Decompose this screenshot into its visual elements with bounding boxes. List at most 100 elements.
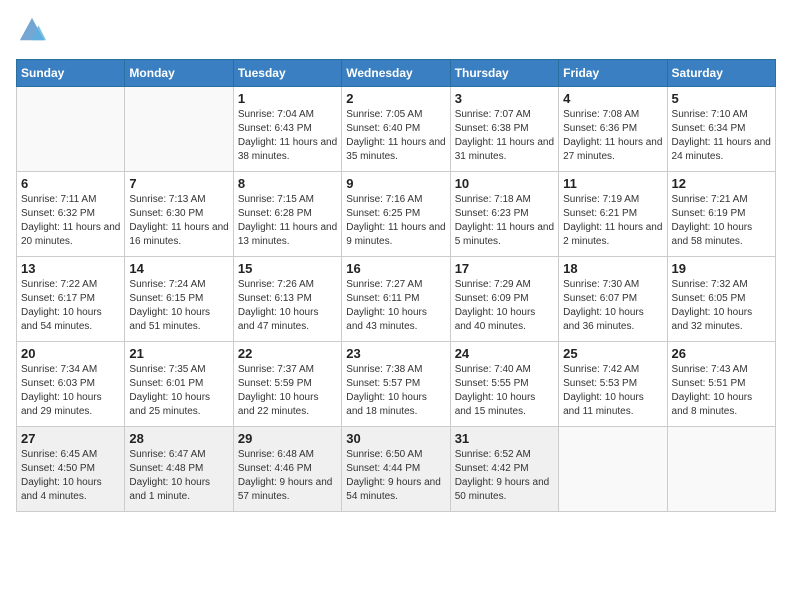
day-number: 27: [21, 431, 120, 446]
calendar-cell: 28 Sunrise: 6:47 AM Sunset: 4:48 PM Dayli…: [125, 427, 233, 512]
calendar-header-monday: Monday: [125, 60, 233, 87]
day-number: 21: [129, 346, 228, 361]
calendar-header-tuesday: Tuesday: [233, 60, 341, 87]
day-info: Sunrise: 7:37 AM Sunset: 5:59 PM Dayligh…: [238, 363, 337, 419]
day-info: Sunrise: 6:47 AM Sunset: 4:48 PM Dayligh…: [129, 448, 228, 504]
day-number: 31: [455, 431, 554, 446]
calendar-week-row: 20Sunrise: 7:34 AM Sunset: 6:03 PM Dayli…: [17, 342, 776, 427]
calendar-cell: 11 Sunrise: 7:19 AM Sunset: 6:21 PM Dayli…: [559, 172, 667, 257]
day-info: Sunrise: 7:07 AM Sunset: 6:38 PM Dayligh…: [455, 108, 554, 164]
day-number: 3: [455, 91, 554, 106]
calendar-cell: 10 Sunrise: 7:18 AM Sunset: 6:23 PM Dayli…: [450, 172, 558, 257]
calendar-cell: 29 Sunrise: 6:48 AM Sunset: 4:46 PM Dayli…: [233, 427, 341, 512]
calendar-header-sunday: Sunday: [17, 60, 125, 87]
calendar-cell: 17 Sunrise: 7:29 AM Sunset: 6:09 PM Dayli…: [450, 257, 558, 342]
calendar-cell: 3 Sunrise: 7:07 AM Sunset: 6:38 PM Daylig…: [450, 87, 558, 172]
day-number: 17: [455, 261, 554, 276]
calendar-cell: 5 Sunrise: 7:10 AM Sunset: 6:34 PM Daylig…: [667, 87, 775, 172]
day-number: 18: [563, 261, 662, 276]
day-info: Sunrise: 7:30 AM Sunset: 6:07 PM Dayligh…: [563, 278, 662, 334]
day-info: Sunrise: 7:13 AM Sunset: 6:30 PM Dayligh…: [129, 193, 228, 249]
day-info: Sunrise: 7:08 AM Sunset: 6:36 PM Dayligh…: [563, 108, 662, 164]
day-info: Sunrise: 7:11 AM Sunset: 6:32 PM Dayligh…: [21, 193, 120, 249]
day-number: 20: [21, 346, 120, 361]
day-info: Sunrise: 7:04 AM Sunset: 6:43 PM Dayligh…: [238, 108, 337, 164]
calendar-cell: 19 Sunrise: 7:32 AM Sunset: 6:05 PM Dayli…: [667, 257, 775, 342]
day-number: 26: [672, 346, 771, 361]
day-number: 12: [672, 176, 771, 191]
calendar-cell: 8Sunrise: 7:15 AM Sunset: 6:28 PM Daylig…: [233, 172, 341, 257]
calendar-cell: 2Sunrise: 7:05 AM Sunset: 6:40 PM Daylig…: [342, 87, 450, 172]
calendar-cell: 30Sunrise: 6:50 AM Sunset: 4:44 PM Dayli…: [342, 427, 450, 512]
calendar-cell: 14 Sunrise: 7:24 AM Sunset: 6:15 PM Dayli…: [125, 257, 233, 342]
day-number: 28: [129, 431, 228, 446]
day-info: Sunrise: 7:32 AM Sunset: 6:05 PM Dayligh…: [672, 278, 771, 334]
page-header: [16, 16, 776, 49]
calendar-cell: 24Sunrise: 7:40 AM Sunset: 5:55 PM Dayli…: [450, 342, 558, 427]
calendar-cell: [667, 427, 775, 512]
day-info: Sunrise: 7:18 AM Sunset: 6:23 PM Dayligh…: [455, 193, 554, 249]
calendar-cell: 6 Sunrise: 7:11 AM Sunset: 6:32 PM Daylig…: [17, 172, 125, 257]
day-info: Sunrise: 7:21 AM Sunset: 6:19 PM Dayligh…: [672, 193, 771, 249]
calendar-cell: 15Sunrise: 7:26 AM Sunset: 6:13 PM Dayli…: [233, 257, 341, 342]
day-info: Sunrise: 7:19 AM Sunset: 6:21 PM Dayligh…: [563, 193, 662, 249]
calendar-cell: 16 Sunrise: 7:27 AM Sunset: 6:11 PM Dayli…: [342, 257, 450, 342]
calendar-week-row: 1 Sunrise: 7:04 AM Sunset: 6:43 PM Daylig…: [17, 87, 776, 172]
day-number: 11: [563, 176, 662, 191]
calendar-week-row: 13 Sunrise: 7:22 AM Sunset: 6:17 PM Dayli…: [17, 257, 776, 342]
day-info: Sunrise: 7:43 AM Sunset: 5:51 PM Dayligh…: [672, 363, 771, 419]
calendar-cell: 27 Sunrise: 6:45 AM Sunset: 4:50 PM Dayli…: [17, 427, 125, 512]
day-info: Sunrise: 6:48 AM Sunset: 4:46 PM Dayligh…: [238, 448, 337, 504]
calendar-cell: 23 Sunrise: 7:38 AM Sunset: 5:57 PM Dayli…: [342, 342, 450, 427]
day-number: 7: [129, 176, 228, 191]
calendar-cell: 12 Sunrise: 7:21 AM Sunset: 6:19 PM Dayli…: [667, 172, 775, 257]
logo: [16, 16, 46, 49]
calendar-cell: 25 Sunrise: 7:42 AM Sunset: 5:53 PM Dayli…: [559, 342, 667, 427]
day-number: 14: [129, 261, 228, 276]
day-info: Sunrise: 7:29 AM Sunset: 6:09 PM Dayligh…: [455, 278, 554, 334]
day-info: Sunrise: 7:10 AM Sunset: 6:34 PM Dayligh…: [672, 108, 771, 164]
day-number: 23: [346, 346, 445, 361]
calendar-cell: 26 Sunrise: 7:43 AM Sunset: 5:51 PM Dayli…: [667, 342, 775, 427]
day-number: 8: [238, 176, 337, 191]
day-info: Sunrise: 7:22 AM Sunset: 6:17 PM Dayligh…: [21, 278, 120, 334]
calendar-cell: 9 Sunrise: 7:16 AM Sunset: 6:25 PM Daylig…: [342, 172, 450, 257]
calendar-cell: 7 Sunrise: 7:13 AM Sunset: 6:30 PM Daylig…: [125, 172, 233, 257]
calendar-cell: 20Sunrise: 7:34 AM Sunset: 6:03 PM Dayli…: [17, 342, 125, 427]
day-info: Sunrise: 7:24 AM Sunset: 6:15 PM Dayligh…: [129, 278, 228, 334]
day-info: Sunrise: 7:16 AM Sunset: 6:25 PM Dayligh…: [346, 193, 445, 249]
logo-icon: [18, 16, 46, 44]
day-number: 5: [672, 91, 771, 106]
day-info: Sunrise: 7:38 AM Sunset: 5:57 PM Dayligh…: [346, 363, 445, 419]
calendar-cell: 31 Sunrise: 6:52 AM Sunset: 4:42 PM Dayli…: [450, 427, 558, 512]
calendar-header-friday: Friday: [559, 60, 667, 87]
calendar-week-row: 6 Sunrise: 7:11 AM Sunset: 6:32 PM Daylig…: [17, 172, 776, 257]
calendar-table: SundayMondayTuesdayWednesdayThursdayFrid…: [16, 59, 776, 512]
day-number: 9: [346, 176, 445, 191]
day-number: 19: [672, 261, 771, 276]
day-info: Sunrise: 7:35 AM Sunset: 6:01 PM Dayligh…: [129, 363, 228, 419]
day-number: 10: [455, 176, 554, 191]
day-number: 25: [563, 346, 662, 361]
calendar-week-row: 27 Sunrise: 6:45 AM Sunset: 4:50 PM Dayli…: [17, 427, 776, 512]
calendar-header-saturday: Saturday: [667, 60, 775, 87]
day-number: 30: [346, 431, 445, 446]
day-number: 1: [238, 91, 337, 106]
calendar-cell: 13 Sunrise: 7:22 AM Sunset: 6:17 PM Dayli…: [17, 257, 125, 342]
day-number: 13: [21, 261, 120, 276]
day-number: 24: [455, 346, 554, 361]
calendar-cell: 21 Sunrise: 7:35 AM Sunset: 6:01 PM Dayli…: [125, 342, 233, 427]
day-number: 16: [346, 261, 445, 276]
calendar-header-wednesday: Wednesday: [342, 60, 450, 87]
calendar-cell: 1 Sunrise: 7:04 AM Sunset: 6:43 PM Daylig…: [233, 87, 341, 172]
calendar-header-row: SundayMondayTuesdayWednesdayThursdayFrid…: [17, 60, 776, 87]
day-number: 29: [238, 431, 337, 446]
day-number: 22: [238, 346, 337, 361]
day-info: Sunrise: 6:52 AM Sunset: 4:42 PM Dayligh…: [455, 448, 554, 504]
day-number: 6: [21, 176, 120, 191]
day-info: Sunrise: 7:05 AM Sunset: 6:40 PM Dayligh…: [346, 108, 445, 164]
day-info: Sunrise: 7:27 AM Sunset: 6:11 PM Dayligh…: [346, 278, 445, 334]
day-info: Sunrise: 6:45 AM Sunset: 4:50 PM Dayligh…: [21, 448, 120, 504]
calendar-cell: [125, 87, 233, 172]
day-info: Sunrise: 7:42 AM Sunset: 5:53 PM Dayligh…: [563, 363, 662, 419]
